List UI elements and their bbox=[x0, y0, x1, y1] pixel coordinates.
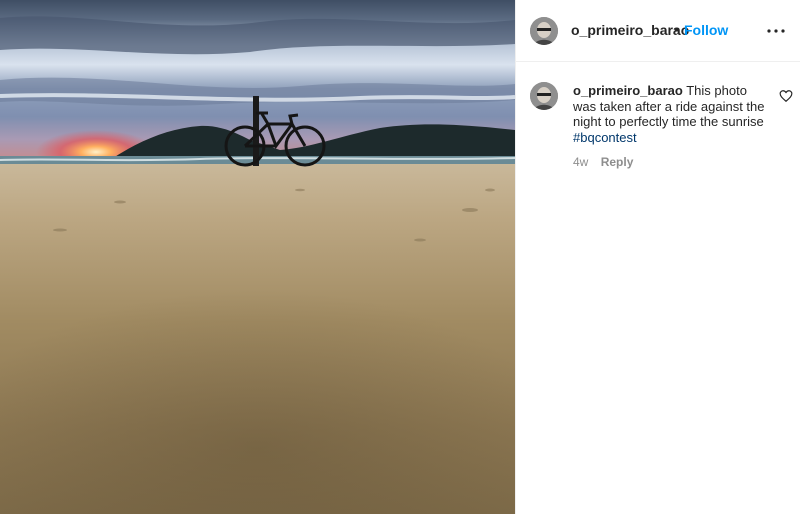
reply-button[interactable]: Reply bbox=[601, 155, 634, 169]
hashtag-link[interactable]: #bqcontest bbox=[573, 130, 637, 145]
post-photo[interactable] bbox=[0, 0, 515, 514]
profile-photo-icon bbox=[530, 17, 558, 45]
heart-icon[interactable] bbox=[779, 89, 793, 103]
profile-photo-icon bbox=[530, 82, 558, 110]
post-sidebar: o_primeiro_barao • Follow o_primeiro_bar… bbox=[515, 0, 800, 514]
caption-meta: 4w Reply bbox=[573, 155, 633, 169]
beach-photo-image bbox=[0, 0, 515, 514]
caption-comment: o_primeiro_barao This photo was taken af… bbox=[516, 62, 800, 182]
follow-button[interactable]: Follow bbox=[684, 22, 728, 38]
avatar[interactable] bbox=[530, 17, 558, 45]
separator-dot: • bbox=[674, 21, 679, 37]
caption-username[interactable]: o_primeiro_barao bbox=[573, 83, 683, 98]
header-username[interactable]: o_primeiro_barao bbox=[571, 22, 689, 38]
post-header: o_primeiro_barao • Follow bbox=[516, 0, 800, 62]
post-age: 4w bbox=[573, 155, 589, 169]
more-options-icon[interactable] bbox=[764, 22, 788, 40]
caption-text: o_primeiro_barao This photo was taken af… bbox=[573, 83, 771, 145]
avatar[interactable] bbox=[530, 82, 558, 110]
post-modal: o_primeiro_barao • Follow o_primeiro_bar… bbox=[0, 0, 800, 514]
